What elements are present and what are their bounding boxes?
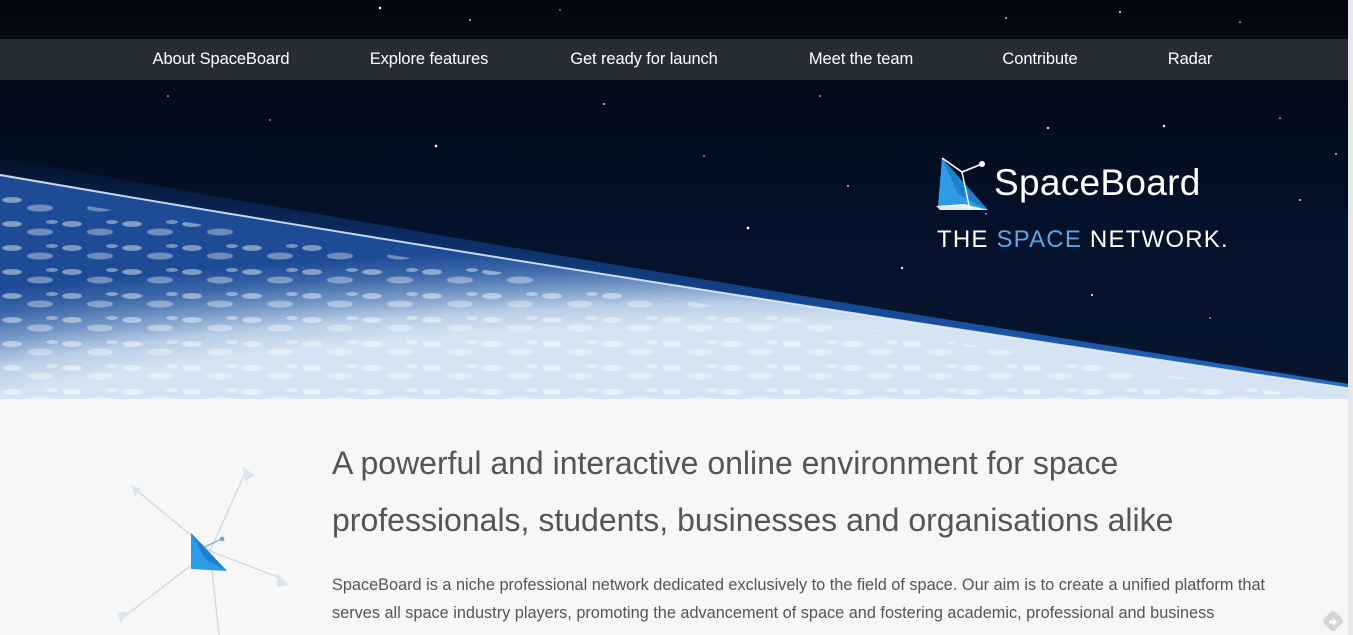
tagline-prefix: THE (937, 226, 997, 253)
page-scrollbar[interactable] (1348, 0, 1353, 635)
intro-section: A powerful and interactive online enviro… (0, 399, 1348, 635)
hero-banner: About SpaceBoard Explore features Get re… (0, 0, 1348, 399)
brand-tagline: THE SPACE NETWORK. (937, 226, 1229, 254)
nav-contribute[interactable]: Contribute (1002, 39, 1077, 80)
nav-explore-features[interactable]: Explore features (370, 39, 489, 80)
network-illustration-icon (117, 467, 289, 635)
main-nav: About SpaceBoard Explore features Get re… (0, 39, 1348, 80)
spaceboard-logo-icon (936, 157, 988, 211)
tagline-suffix: NETWORK. (1082, 226, 1229, 253)
brand-lockup: SpaceBoard THE SPACE NETWORK. (934, 154, 1234, 264)
intro-headline: A powerful and interactive online enviro… (332, 445, 1174, 538)
brand-name: SpaceBoard (994, 162, 1201, 203)
tagline-accent: SPACE (996, 226, 1083, 253)
intro-paragraph: SpaceBoard is a niche professional netwo… (332, 576, 1266, 622)
diamond-arrow-icon[interactable] (1320, 608, 1346, 634)
nav-about-spaceboard[interactable]: About SpaceBoard (153, 39, 290, 80)
nav-meet-the-team[interactable]: Meet the team (809, 39, 913, 80)
nav-get-ready-for-launch[interactable]: Get ready for launch (570, 39, 718, 80)
nav-radar[interactable]: Radar (1168, 39, 1213, 80)
